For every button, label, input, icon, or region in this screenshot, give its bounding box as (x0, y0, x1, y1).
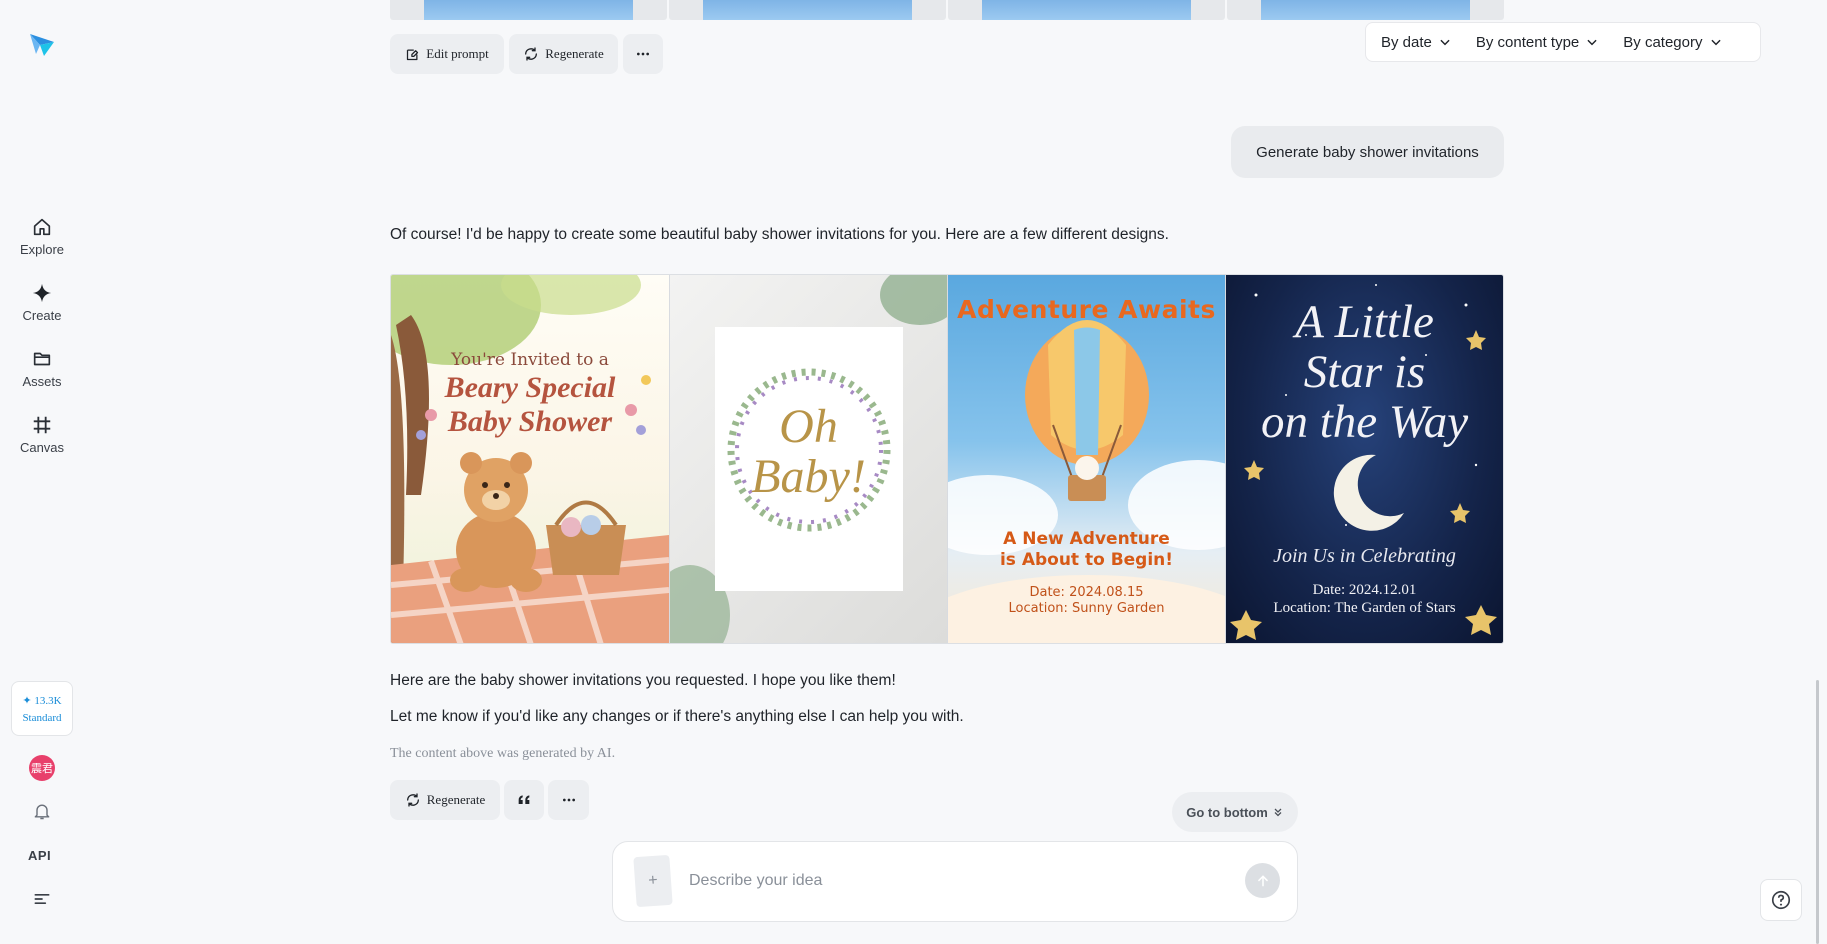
send-button[interactable] (1245, 863, 1280, 898)
bell-icon[interactable] (30, 799, 54, 823)
sidebar-item-canvas[interactable]: Canvas (10, 406, 74, 462)
star-date: Date: 2024.12.01 (1312, 582, 1417, 598)
regenerate-icon (525, 47, 538, 61)
regenerate-icon (406, 793, 419, 807)
credits-badge[interactable]: ✦ 13.3K Standard (11, 681, 73, 736)
assistant-outro-text-1: Here are the baby shower invitations you… (390, 672, 896, 689)
folder-icon (33, 352, 51, 365)
attach-image-button[interactable]: + (633, 854, 673, 908)
sidebar-item-label: Canvas (19, 439, 65, 455)
adventure-sub-1: A New Adventure (1003, 529, 1170, 549)
sidebar-item-create[interactable]: Create (10, 274, 74, 330)
credits-amount: ✦ 13.3K (22, 694, 62, 707)
regenerate-button[interactable]: Regenerate (390, 780, 500, 820)
sidebar-item-label: Explore (19, 241, 65, 257)
previous-image[interactable] (948, 0, 1225, 20)
frame-icon (33, 416, 51, 433)
edit-icon (407, 49, 419, 60)
star-line-3: on the Way (1260, 396, 1469, 448)
filter-label: By content type (1475, 33, 1580, 51)
invite-line-2: Beary Special (444, 371, 616, 404)
previous-image[interactable] (1227, 0, 1504, 20)
filter-bar: By date By content type By category (1365, 22, 1761, 62)
avatar[interactable]: 震君 (29, 755, 55, 781)
go-to-bottom-label: Go to bottom (1186, 804, 1268, 820)
adventure-title: Adventure Awaits (957, 295, 1216, 324)
baby-text: Baby! (751, 450, 866, 503)
generated-image-adventure[interactable]: Adventure Awaits A New Adventure is Abou… (947, 275, 1225, 643)
adventure-location: Location: Sunny Garden (1008, 601, 1165, 616)
adventure-date: Date: 2024.08.15 (1029, 585, 1144, 600)
regenerate-previous-button[interactable]: Regenerate (509, 34, 618, 74)
filter-by-date[interactable]: By date (1374, 26, 1459, 58)
assistant-outro-text-2: Let me know if you'd like any changes or… (390, 708, 964, 725)
double-chevron-down-icon (1274, 808, 1282, 817)
scrollbar[interactable] (1816, 680, 1819, 944)
star-line-1: A Little (1295, 296, 1434, 348)
assistant-intro-text: Of course! I'd be happy to create some b… (390, 226, 1169, 243)
regenerate-label: Regenerate (545, 46, 604, 61)
plan-label: Standard (22, 711, 62, 724)
more-button[interactable] (623, 34, 663, 74)
regenerate-label: Regenerate (426, 792, 486, 807)
sidebar-item-assets[interactable]: Assets (10, 340, 74, 396)
api-link[interactable]: API (28, 848, 51, 863)
menu-collapse-icon[interactable] (30, 887, 54, 911)
star-sub: Join Us in Celebrating (1273, 545, 1456, 567)
generated-image-oh-baby[interactable]: Oh Baby! (669, 275, 947, 643)
sidebar-item-explore[interactable]: Explore (10, 208, 74, 264)
chevron-down-icon (1710, 39, 1721, 46)
ai-generated-note: The content above was generated by AI. (390, 746, 616, 761)
filter-by-category[interactable]: By category (1616, 26, 1729, 58)
adventure-sub-2: is About to Begin! (999, 550, 1174, 570)
invite-line-3: Baby Shower (447, 405, 613, 438)
invite-line-1: You're Invited to a (451, 350, 609, 370)
sidebar-item-label: Create (22, 307, 62, 323)
more-icon (637, 52, 649, 56)
more-button[interactable] (548, 780, 589, 820)
help-button[interactable] (1760, 879, 1802, 921)
generated-image-little-star[interactable]: A Little Star is on the Way Join Us in C… (1225, 275, 1503, 643)
prompt-composer: + (612, 841, 1298, 922)
previous-images-strip (390, 0, 1504, 20)
go-to-bottom-button[interactable]: Go to bottom (1172, 792, 1298, 832)
quote-icon (518, 795, 530, 804)
star-location: Location: The Garden of Stars (1273, 600, 1456, 616)
previous-image[interactable] (669, 0, 946, 20)
oh-text: Oh (779, 400, 838, 453)
sidebar-item-label: Assets (22, 373, 62, 389)
edit-prompt-label: Edit prompt (426, 46, 489, 61)
paper-plane-logo-icon[interactable] (26, 28, 58, 60)
plus-icon: + (647, 871, 659, 890)
sidebar: Explore Create Assets Canvas ✦ 13.3K Sta… (0, 0, 84, 944)
filter-label: By category (1623, 33, 1703, 51)
teddy-bear-illustration (391, 275, 669, 643)
generated-image-teddy-bear[interactable]: You're Invited to a Beary Special Baby S… (391, 275, 669, 643)
star-line-2: Star is (1303, 346, 1426, 398)
home-icon (33, 218, 51, 235)
previous-image[interactable] (390, 0, 667, 20)
filter-by-content-type[interactable]: By content type (1469, 26, 1606, 58)
user-message: Generate baby shower invitations (1231, 126, 1504, 178)
sparkle-icon (32, 283, 52, 302)
chevron-down-icon (1440, 39, 1450, 46)
filter-label: By date (1381, 33, 1432, 51)
prompt-input[interactable] (689, 866, 1209, 896)
app-root: Explore Create Assets Canvas ✦ 13.3K Sta… (0, 0, 1827, 944)
help-icon (1771, 890, 1791, 910)
chevron-down-icon (1587, 39, 1597, 46)
edit-prompt-button[interactable]: Edit prompt (390, 34, 504, 74)
quote-button[interactable] (504, 780, 544, 820)
more-icon (562, 798, 575, 802)
generated-images-grid: You're Invited to a Beary Special Baby S… (390, 274, 1504, 644)
arrow-up-icon (1257, 874, 1268, 886)
